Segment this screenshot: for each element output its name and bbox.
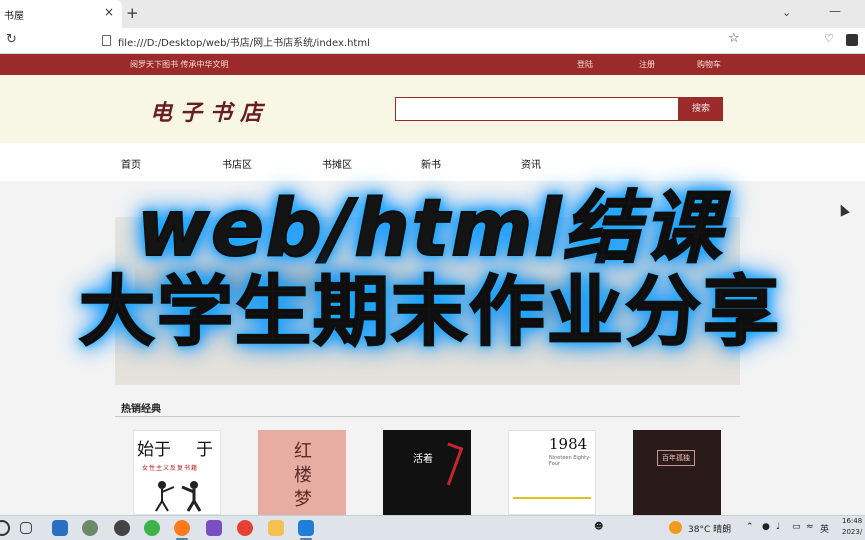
app-icon[interactable]	[298, 520, 314, 536]
book-title: 百年孤独	[657, 450, 695, 466]
file-explorer-icon[interactable]	[268, 520, 284, 536]
minimize-icon[interactable]: —	[829, 4, 841, 18]
app-icon[interactable]	[114, 520, 130, 536]
register-link[interactable]: 注册	[639, 59, 655, 70]
site-top-bar: 阅罗天下图书 传承中华文明 登陆 注册 购物车	[0, 54, 865, 75]
windows-taskbar: ☻ 38°C 晴朗 ⌃ ● ♩ ▭ ≈ 英 16:48 2023/	[0, 515, 865, 540]
nav-item-home[interactable]: 首页	[121, 156, 141, 171]
pocket-icon[interactable]: ♡	[824, 32, 834, 45]
book-cover-3[interactable]: 活着	[383, 430, 471, 515]
browser-tab-bar: 书屋 × + ⌄ —	[0, 0, 865, 28]
extension-icon[interactable]	[846, 34, 858, 46]
tab-title: 书屋	[4, 11, 24, 22]
login-link[interactable]: 登陆	[577, 59, 593, 70]
site-logo: 电子书店	[150, 100, 271, 126]
app-icon[interactable]	[52, 520, 68, 536]
battery-icon[interactable]: ▭	[792, 522, 801, 532]
chevron-down-icon[interactable]: ⌄	[782, 6, 791, 19]
app-icon[interactable]	[82, 520, 98, 536]
app-icon[interactable]	[144, 520, 160, 536]
new-tab-button[interactable]: +	[126, 4, 139, 22]
section-divider	[115, 416, 740, 417]
site-header: 电子书店 搜索	[0, 75, 865, 143]
address-bar: ↻ file:///D:/Desktop/web/书店/网上书店系统/index…	[0, 28, 865, 54]
overlay-title-line2: 大学生期末作业分享	[78, 267, 781, 356]
search-icon[interactable]	[0, 520, 10, 536]
file-icon	[102, 35, 111, 46]
nav-item-bookstore[interactable]: 书店区	[222, 156, 252, 171]
book-title: 1984	[549, 435, 588, 453]
visual-studio-icon[interactable]	[206, 520, 222, 536]
search-input[interactable]	[395, 97, 679, 121]
firefox-icon[interactable]	[174, 520, 190, 536]
section-title: 热销经典	[121, 404, 161, 415]
clock-time[interactable]: 16:48	[842, 517, 862, 525]
search-button[interactable]: 搜索	[679, 97, 723, 121]
book-cover-1[interactable]: 始于 于 女性主义反复书籍	[133, 430, 221, 515]
book-title: 红楼梦	[294, 441, 312, 510]
book-title-char: 始于	[137, 440, 171, 460]
nav-item-bookstall[interactable]: 书摊区	[322, 156, 352, 171]
weather-icon	[669, 521, 682, 534]
overlay-title-line1: web/html结课	[136, 184, 724, 274]
speaker-icon[interactable]: ♩	[776, 522, 780, 532]
weather-text[interactable]: 38°C 晴朗	[688, 522, 731, 535]
book-cover-2[interactable]: 红楼梦	[258, 430, 346, 515]
chevron-up-icon[interactable]: ⌃	[746, 522, 754, 532]
site-slogan: 阅罗天下图书 传承中华文明	[130, 60, 229, 69]
microphone-icon[interactable]: ●	[762, 522, 770, 532]
nav-item-news[interactable]: 资讯	[521, 156, 541, 171]
red-brush-mark	[434, 442, 464, 486]
book-title-char: 于	[196, 440, 213, 460]
star-icon[interactable]: ☆	[728, 31, 740, 46]
url-field[interactable]: file:///D:/Desktop/web/书店/网上书店系统/index.h…	[118, 34, 370, 49]
ime-indicator[interactable]: 英	[820, 522, 829, 535]
clock-date[interactable]: 2023/	[842, 528, 862, 536]
nav-item-new-books[interactable]: 新书	[421, 156, 441, 171]
close-tab-icon[interactable]: ×	[104, 5, 114, 19]
book-cover-4[interactable]: 1984 Nineteen Eighty-Four	[508, 430, 596, 515]
book-subtitle: 女性主义反复书籍	[142, 465, 199, 472]
book-cover-5[interactable]: 百年孤独	[633, 430, 721, 515]
yellow-signature-mark	[513, 489, 591, 499]
browser-tab[interactable]: 书屋 ×	[0, 0, 122, 28]
cart-link[interactable]: 购物车	[697, 59, 721, 70]
main-nav: 首页 书店区 书摊区 新书 资讯	[0, 143, 865, 181]
book-subtitle: Nineteen Eighty-Four	[549, 455, 591, 467]
chrome-icon[interactable]	[237, 520, 253, 536]
fencing-figures-illustration	[155, 481, 202, 512]
user-icon[interactable]: ☻	[594, 522, 603, 532]
book-title: 活着	[413, 454, 433, 465]
reload-icon[interactable]: ↻	[6, 32, 17, 47]
wifi-icon[interactable]: ≈	[806, 522, 814, 532]
task-view-icon[interactable]	[20, 522, 32, 534]
